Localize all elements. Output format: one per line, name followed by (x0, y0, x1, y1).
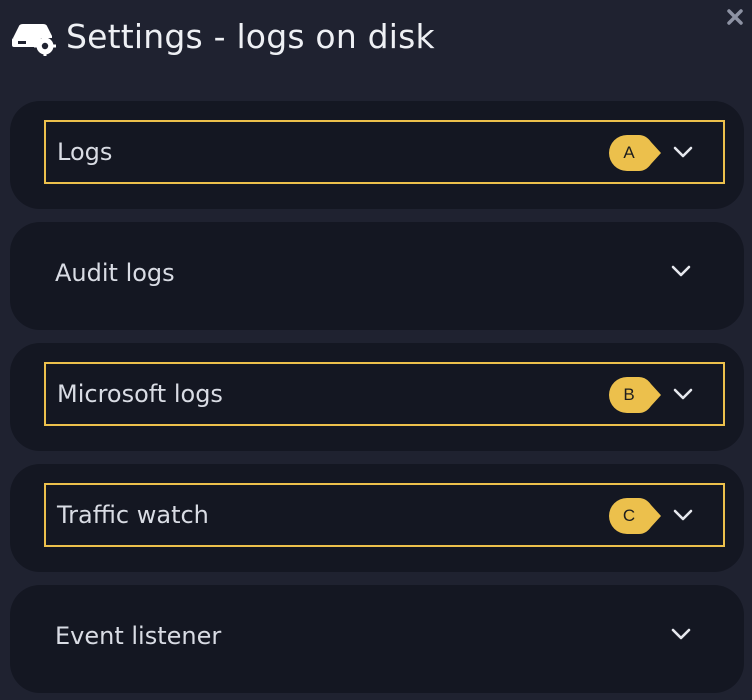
section-header-audit-logs[interactable]: Audit logs (44, 241, 725, 305)
section-microsoft-logs: Microsoft logs B (10, 343, 744, 451)
chevron-down-icon[interactable] (672, 143, 694, 161)
section-label: Audit logs (55, 259, 175, 287)
section-event-listener: Event listener (10, 585, 744, 693)
section-label: Event listener (55, 622, 222, 650)
callout-badge-a: A (608, 134, 664, 172)
page-title: Settings - logs on disk (66, 16, 435, 56)
section-logs: Logs A (10, 101, 744, 209)
section-header-event-listener[interactable]: Event listener (44, 604, 725, 668)
chevron-down-icon[interactable] (672, 506, 694, 524)
chevron-down-icon[interactable] (670, 625, 692, 643)
section-audit-logs: Audit logs (10, 222, 744, 330)
window-header: Settings - logs on disk (10, 14, 435, 58)
section-label: Logs (57, 138, 113, 166)
section-traffic-watch: Traffic watch C (10, 464, 744, 572)
close-icon[interactable] (724, 6, 746, 28)
callout-badge-b: B (608, 376, 664, 414)
section-header-logs[interactable]: Logs A (44, 120, 725, 184)
section-label: Microsoft logs (57, 380, 223, 408)
chevron-down-icon[interactable] (670, 262, 692, 280)
callout-badge-label: C (622, 506, 636, 525)
section-header-microsoft-logs[interactable]: Microsoft logs B (44, 362, 725, 426)
section-header-traffic-watch[interactable]: Traffic watch C (44, 483, 725, 547)
server-settings-icon (12, 24, 56, 56)
callout-badge-c: C (608, 497, 664, 535)
section-label: Traffic watch (57, 501, 209, 529)
callout-badge-label: A (623, 143, 635, 162)
callout-badge-label: B (623, 385, 635, 404)
chevron-down-icon[interactable] (672, 385, 694, 403)
